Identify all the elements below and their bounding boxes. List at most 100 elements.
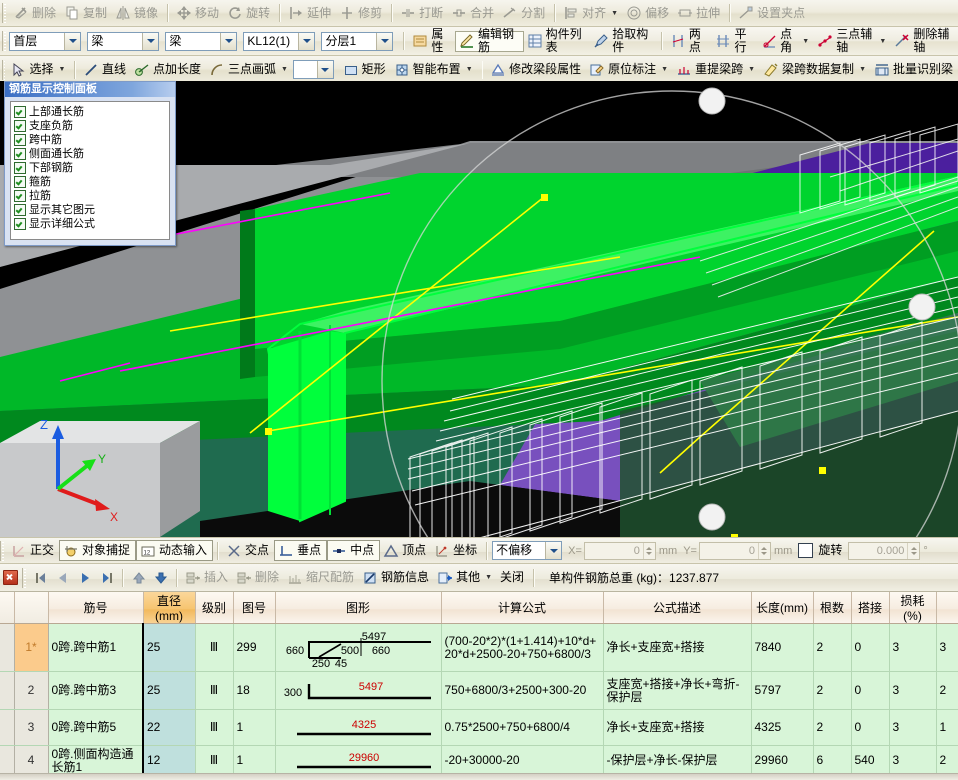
btn-动态输入[interactable]: 12 动态输入 xyxy=(136,540,214,561)
cell-loss[interactable]: 3 xyxy=(889,671,937,710)
cell-grade[interactable]: Ⅲ xyxy=(195,623,234,672)
btn-拾取构件[interactable]: 拾取构件 xyxy=(590,28,657,54)
last-record-button[interactable] xyxy=(96,568,118,588)
table-row[interactable]: 3 0跨.跨中筋5 22 Ⅲ 1 4325 0.75*2500+750+6800/4 净长+支… xyxy=(0,709,958,746)
btn-选择[interactable]: 选择 ▼ xyxy=(7,59,70,80)
draw-mode-combo[interactable] xyxy=(292,60,334,79)
btn-交点[interactable]: 交点 xyxy=(223,540,274,561)
next-record-button[interactable] xyxy=(74,568,96,588)
component-category-combo[interactable]: 梁 xyxy=(165,31,238,51)
chevron-down-icon[interactable]: ▼ xyxy=(59,66,66,73)
rotate-input[interactable]: 0.000 xyxy=(848,541,921,560)
cell-grade[interactable]: Ⅲ xyxy=(195,709,234,746)
btn-原位标注[interactable]: 原位标注 ▼ xyxy=(586,59,673,80)
chevron-down-icon[interactable]: ▼ xyxy=(802,38,809,45)
cell-length[interactable]: 5797 xyxy=(751,671,814,710)
rebar-table[interactable]: 筋号 直径(mm) 级别 图号 图形 计算公式 公式描述 长度(mm) 根数 搭接 损耗(%) 1*… xyxy=(0,592,958,780)
cell-count[interactable]: 6 xyxy=(813,745,852,776)
col-header-extra[interactable] xyxy=(936,592,958,624)
cell-desc[interactable]: 支座宽+搭接+净长+弯折-保护层 xyxy=(603,671,752,710)
btn-两点[interactable]: 两点 xyxy=(667,28,713,54)
cell-length[interactable]: 29960 xyxy=(751,745,814,776)
cell-count[interactable]: 2 xyxy=(813,709,852,746)
cell-length[interactable]: 4325 xyxy=(751,709,814,746)
col-header-length[interactable]: 长度(mm) xyxy=(751,592,814,624)
spinner-arrows[interactable] xyxy=(907,542,919,559)
col-header-count[interactable]: 根数 xyxy=(813,592,852,624)
btn-钢筋信息[interactable]: 钢筋信息 xyxy=(359,567,434,588)
cell-formula[interactable]: 750+6800/3+2500+300-20 xyxy=(441,671,604,710)
btn-直线[interactable]: 直线 xyxy=(80,59,131,80)
cell-count[interactable]: 2 xyxy=(813,623,852,672)
chevron-down-icon[interactable]: ▼ xyxy=(748,66,755,73)
table-row[interactable]: 2 0跨.跨中筋3 25 Ⅲ 18 300 5497 750+6800/3+2500+300-… xyxy=(0,671,958,710)
rebar-toggle-5[interactable]: 下部钢筋 xyxy=(14,161,169,175)
chevron-down-icon[interactable] xyxy=(545,542,562,559)
toolbar-gripper[interactable] xyxy=(2,3,8,23)
chevron-down-icon[interactable]: ▼ xyxy=(466,66,473,73)
cell-pic[interactable]: 299 xyxy=(233,623,276,672)
cell-pic[interactable]: 18 xyxy=(233,671,276,710)
checkbox[interactable] xyxy=(14,176,26,188)
chevron-down-icon[interactable] xyxy=(64,32,81,50)
cell-loss[interactable]: 3 xyxy=(889,745,937,776)
btn-矩形[interactable]: 矩形 xyxy=(340,59,391,80)
prev-record-button[interactable] xyxy=(52,568,74,588)
checkbox[interactable] xyxy=(14,162,26,174)
cell-lap[interactable]: 0 xyxy=(851,623,890,672)
rebar-toggle-6[interactable]: 箍筋 xyxy=(14,175,169,189)
close-panel-icon[interactable] xyxy=(3,570,18,585)
cell-grade[interactable]: Ⅲ xyxy=(195,745,234,776)
cell-shape[interactable]: 5497 660 500 660 250 45 xyxy=(275,623,442,672)
draw-gripper[interactable] xyxy=(2,59,6,80)
rotate-checkbox[interactable] xyxy=(798,543,814,558)
chevron-down-icon[interactable] xyxy=(142,32,159,50)
col-header-idx[interactable] xyxy=(14,592,49,624)
cell-idx[interactable]: 2 xyxy=(14,671,49,710)
btn-中点[interactable]: 中点 xyxy=(327,540,381,561)
col-header-lap[interactable]: 搭接 xyxy=(851,592,890,624)
btn-对象捕捉[interactable]: 对象捕捉 xyxy=(59,540,137,561)
cell-grade[interactable]: Ⅲ xyxy=(195,671,234,710)
rebar-toggle-1[interactable]: 上部通长筋 xyxy=(14,105,169,119)
spinner-arrows[interactable] xyxy=(757,542,770,559)
btn-其他[interactable]: 其他 ▼ xyxy=(434,567,497,588)
btn-梁跨数据复制[interactable]: 梁跨数据复制 ▼ xyxy=(760,59,871,80)
cell-desc[interactable]: -保护层+净长-保护层 xyxy=(603,745,752,776)
cell-shape[interactable]: 4325 xyxy=(275,709,442,746)
col-header-loss[interactable]: 损耗(%) xyxy=(889,592,937,624)
col-header-dia[interactable]: 直径(mm) xyxy=(143,592,196,624)
rebar-display-control-panel[interactable]: 钢筋显示控制面板 上部通长筋 支座负筋 跨中筋 侧面通长筋 下部钢筋 箍筋 拉筋 显示其它图元… xyxy=(4,81,176,246)
cell-extra[interactable]: 2 xyxy=(936,671,958,710)
btn-修改梁段属性[interactable]: 修改梁段属性 xyxy=(487,59,586,80)
btn-重提梁跨[interactable]: 重提梁跨 ▼ xyxy=(673,59,760,80)
cell-extra[interactable]: 2 xyxy=(936,745,958,776)
chevron-down-icon[interactable]: ▼ xyxy=(485,574,492,581)
col-header-name[interactable]: 筋号 xyxy=(48,592,144,624)
layer-combo[interactable]: 分层1 xyxy=(321,31,394,51)
btn-三点辅轴[interactable]: 三点辅轴 ▼ xyxy=(814,28,891,54)
col-header-pic[interactable]: 图号 xyxy=(233,592,276,624)
chevron-down-icon[interactable] xyxy=(316,61,333,78)
cell-loss[interactable]: 3 xyxy=(889,623,937,672)
btn-平行[interactable]: 平行 xyxy=(712,28,758,54)
cell-formula[interactable]: -20+30000-20 xyxy=(441,745,604,776)
btn-批量识别梁[interactable]: 批量识别梁 xyxy=(871,59,958,80)
cell-name[interactable]: 0跨.跨中筋5 xyxy=(48,709,144,746)
cell-lap[interactable]: 0 xyxy=(851,671,890,710)
cell-pic[interactable]: 1 xyxy=(233,709,276,746)
chevron-down-icon[interactable]: ▼ xyxy=(281,66,288,73)
chevron-down-icon[interactable] xyxy=(376,32,393,50)
rebar-toggle-9[interactable]: 显示详细公式 xyxy=(14,217,169,231)
snapbar-gripper[interactable] xyxy=(0,540,6,561)
btn-关闭[interactable]: 关闭 xyxy=(497,567,529,588)
floor-combo[interactable]: 首层 xyxy=(9,31,82,51)
table-row[interactable]: 4 0跨.侧面构造通长筋1 12 Ⅲ 1 29960 -20+30000-20 -保护层+净长… xyxy=(0,745,958,776)
offset-mode-combo[interactable]: 不偏移 xyxy=(492,541,563,560)
col-header-formula[interactable]: 计算公式 xyxy=(441,592,604,624)
cell-lap[interactable]: 540 xyxy=(851,745,890,776)
cell-loss[interactable]: 3 xyxy=(889,709,937,746)
component-name-combo[interactable]: KL12(1) xyxy=(243,31,316,51)
selector-gripper[interactable] xyxy=(2,31,8,51)
first-record-button[interactable] xyxy=(30,568,52,588)
